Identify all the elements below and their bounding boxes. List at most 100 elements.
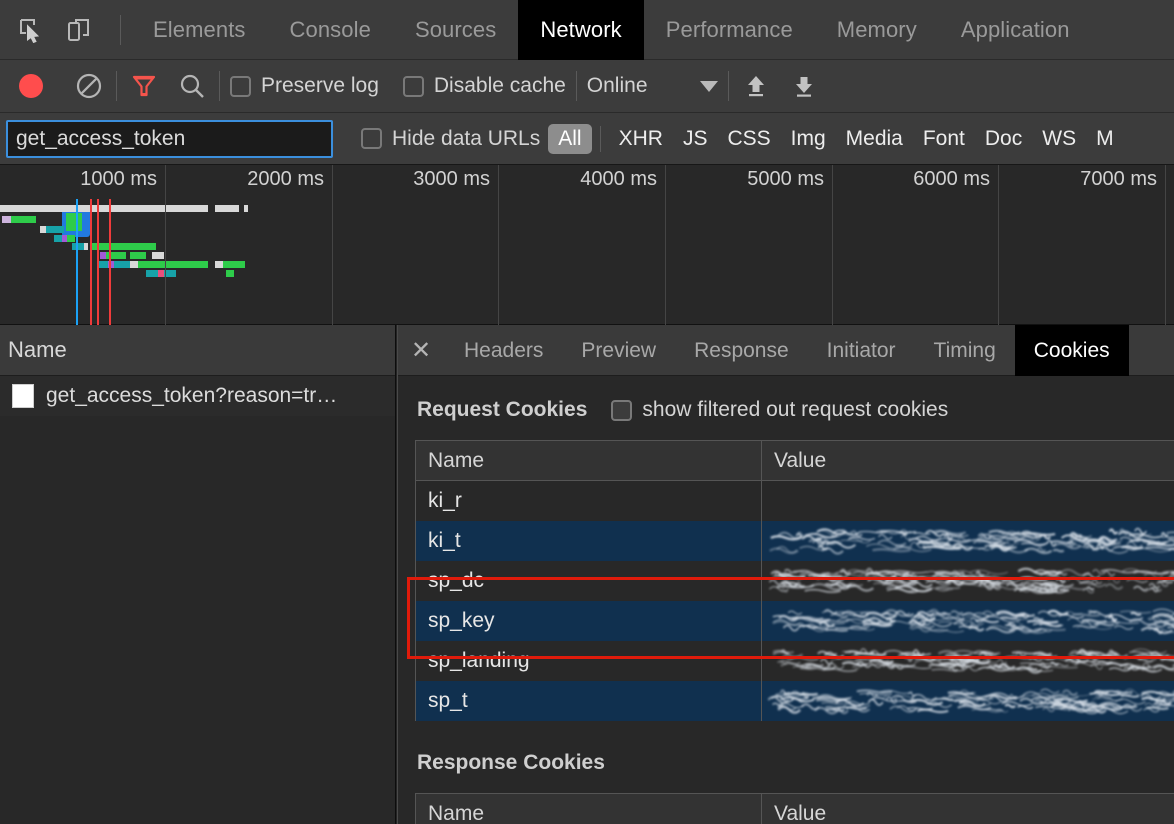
overview-request-bar <box>152 252 164 259</box>
type-filter-media[interactable]: Media <box>836 124 913 154</box>
filter-funnel-icon[interactable] <box>127 69 161 103</box>
record-button-icon[interactable] <box>14 69 48 103</box>
request-cookies-title: Request Cookies <box>417 398 588 421</box>
filter-input[interactable] <box>6 119 333 158</box>
overview-request-bar <box>146 270 158 277</box>
upload-arrow-icon[interactable] <box>739 69 773 103</box>
download-arrow-icon[interactable] <box>787 69 821 103</box>
type-filter-all[interactable]: All <box>548 123 592 154</box>
hide-data-urls-checkbox[interactable]: Hide data URLs <box>361 127 540 151</box>
detail-tab-cookies-label: Cookies <box>1033 338 1110 362</box>
tab-network[interactable]: Network <box>518 0 644 60</box>
detail-tab-timing[interactable]: Timing <box>915 325 1015 376</box>
disable-cache-label: Disable cache <box>433 74 566 97</box>
type-filter-css[interactable]: CSS <box>717 124 780 154</box>
response-cookie-col-name[interactable]: Name <box>416 794 762 824</box>
cookie-name-cell: sp_landing <box>416 641 762 681</box>
show-filtered-cookies-box[interactable] <box>611 399 633 421</box>
detail-tab-preview-label: Preview <box>581 338 657 362</box>
detail-tab-timing-label: Timing <box>933 338 996 362</box>
device-toolbar-icon[interactable] <box>62 13 96 47</box>
cookie-name-cell: sp_key <box>416 601 762 641</box>
tab-network-label: Network <box>540 16 622 42</box>
tab-application-label: Application <box>960 16 1070 42</box>
overview-request-bar <box>130 252 146 259</box>
search-icon[interactable] <box>175 69 209 103</box>
type-filter-img[interactable]: Img <box>781 124 836 154</box>
redacted-value-smear <box>772 608 1174 635</box>
detail-tab-initiator[interactable]: Initiator <box>808 325 915 376</box>
timeline-gridline <box>332 165 333 325</box>
preserve-log-checkbox[interactable]: Preserve log <box>230 74 379 98</box>
request-list-header[interactable]: Name <box>0 325 395 376</box>
timeline-gridline <box>165 165 166 325</box>
type-filter-ws[interactable]: WS <box>1032 124 1086 154</box>
overview-request-bar <box>2 216 11 223</box>
close-icon[interactable]: ✕ <box>397 325 445 375</box>
show-filtered-cookies-label: show filtered out request cookies <box>642 398 949 421</box>
toolbar-divider-3 <box>219 71 220 101</box>
hide-data-urls-box[interactable] <box>361 128 382 149</box>
request-detail-pane: ✕ Headers Preview Response Initiator Tim… <box>397 325 1174 824</box>
detail-tab-cookies[interactable]: Cookies <box>1014 325 1129 376</box>
response-cookie-col-value[interactable]: Value <box>762 794 1174 824</box>
cookie-row[interactable]: sp_dc <box>416 561 1174 601</box>
network-overview[interactable]: 1000 ms 2000 ms 3000 ms 4000 ms 5000 ms 6000 … <box>0 165 1174 325</box>
overview-request-bar <box>11 216 36 223</box>
detail-tab-preview[interactable]: Preview <box>562 325 675 376</box>
clear-icon[interactable] <box>72 69 106 103</box>
hide-data-urls-label: Hide data URLs <box>392 126 541 150</box>
tab-console[interactable]: Console <box>268 0 393 60</box>
tab-application[interactable]: Application <box>939 0 1092 60</box>
overview-request-bar <box>84 243 88 250</box>
disable-cache-box[interactable] <box>402 75 424 97</box>
detail-tab-headers[interactable]: Headers <box>445 325 562 376</box>
cookie-col-name[interactable]: Name <box>416 441 762 480</box>
cookie-row[interactable]: sp_landing <box>416 641 1174 681</box>
request-list-pane: Name get_access_token?reason=tr… <box>0 325 396 824</box>
preserve-log-box[interactable] <box>230 75 251 97</box>
cookie-name-cell: sp_t <box>416 681 762 721</box>
timeline-gridline <box>665 165 666 325</box>
document-icon <box>12 384 34 408</box>
tab-performance[interactable]: Performance <box>644 0 815 60</box>
request-name: get_access_token?reason=tr… <box>46 384 338 407</box>
cookie-col-value[interactable]: Value <box>762 441 1174 480</box>
request-cookies-table: Name Value ki_r ki_t sp_dc sp_key sp_landing… <box>415 440 1174 721</box>
timeline-gridline <box>832 165 833 325</box>
response-cookies-table-head: Name Value <box>416 794 1174 824</box>
detail-tab-response[interactable]: Response <box>675 325 808 376</box>
tab-sources[interactable]: Sources <box>393 0 518 60</box>
type-filter-font[interactable]: Font <box>913 124 975 154</box>
tab-memory[interactable]: Memory <box>815 0 939 60</box>
redacted-value-smear <box>768 688 1174 715</box>
cookie-name-cell: ki_t <box>416 521 762 561</box>
cursor-inspect-icon[interactable] <box>14 13 48 47</box>
overview-request-bar <box>98 261 108 268</box>
type-filter-doc[interactable]: Doc <box>975 124 1032 154</box>
response-cookies-title: Response Cookies <box>417 751 605 774</box>
request-row[interactable]: get_access_token?reason=tr… <box>0 376 395 416</box>
cookie-value-cell <box>762 601 1174 641</box>
detail-tab-initiator-label: Initiator <box>826 338 896 362</box>
disable-cache-checkbox[interactable]: Disable cache <box>402 74 566 98</box>
overview-event-line <box>76 199 78 325</box>
cookie-row[interactable]: ki_t <box>416 521 1174 561</box>
redacted-value-smear <box>769 527 1174 555</box>
cookie-row[interactable]: sp_key <box>416 601 1174 641</box>
overview-request-bar <box>138 261 208 268</box>
cookie-row[interactable]: ki_r <box>416 481 1174 521</box>
cookie-row[interactable]: sp_t <box>416 681 1174 721</box>
show-filtered-cookies-checkbox[interactable]: show filtered out request cookies <box>611 398 948 422</box>
throttling-dropdown[interactable]: Online <box>587 74 718 98</box>
detail-tab-response-label: Response <box>694 338 789 362</box>
type-filter-js[interactable]: JS <box>673 124 718 154</box>
response-cookies-table: Name Value <box>415 793 1174 824</box>
tab-elements[interactable]: Elements <box>131 0 268 60</box>
overview-request-bar <box>67 235 75 242</box>
type-filter-manifest[interactable]: M <box>1086 124 1124 154</box>
type-filter-xhr[interactable]: XHR <box>609 124 673 154</box>
cookie-name-cell: ki_r <box>416 481 762 521</box>
overview-request-bar <box>90 243 156 250</box>
devtools-tabbar: Elements Console Sources Network Perform… <box>0 0 1174 60</box>
